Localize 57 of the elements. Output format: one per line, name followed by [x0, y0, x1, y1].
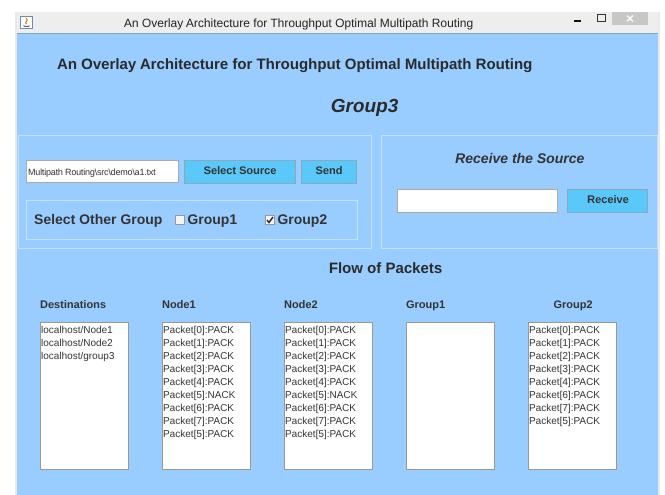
receive-button[interactable]: Receive — [567, 188, 648, 212]
receive-title: Receive the Source — [455, 148, 584, 168]
file-path-field[interactable]: Multipath Routing\src\demo\a1.txt — [26, 160, 179, 183]
packet-list[interactable]: Packet[0]:PACK Packet[1]:PACK Packet[2]:PACK Packet[3]:PACK Packet[4]:PACK Packet[6]:PACK Packet[7]:PACK Packet[5]:PACK — [528, 322, 617, 470]
app-heading: An Overlay Architecture for Throughput Optimal Multipath Routing — [57, 56, 532, 73]
list-item[interactable]: Packet[6]:PACK — [285, 402, 372, 415]
list-item[interactable]: Packet[6]:PACK — [529, 389, 616, 402]
list-item[interactable]: Packet[7]:PACK — [285, 415, 372, 428]
list-item[interactable]: Packet[3]:PACK — [285, 363, 372, 376]
list-item[interactable]: Packet[0]:PACK — [529, 324, 616, 337]
minimize-icon — [574, 20, 580, 22]
list-item[interactable]: Packet[5]:PACK — [529, 415, 616, 428]
select-source-button[interactable]: Select Source — [184, 160, 296, 184]
packet-list[interactable]: localhost/Node1 localhost/Node2 localhost/group3 — [40, 322, 129, 470]
packet-list[interactable] — [406, 322, 495, 470]
send-button[interactable]: Send — [301, 160, 357, 184]
list-item[interactable]: localhost/Node2 — [41, 337, 128, 350]
list-item[interactable]: Packet[6]:PACK — [163, 402, 250, 415]
list-item[interactable]: Packet[2]:PACK — [529, 350, 616, 363]
column-heading: Group1 — [406, 298, 446, 313]
list-item[interactable]: localhost/Node1 — [41, 324, 128, 337]
list-item[interactable]: Packet[2]:PACK — [163, 350, 250, 363]
close-icon — [626, 15, 634, 22]
group-title: Group3 — [330, 95, 398, 119]
group-checkbox[interactable]: Group1 — [175, 209, 266, 230]
column-heading: Group2 — [553, 298, 593, 313]
column-heading: Destinations — [40, 298, 106, 313]
list-item[interactable]: Packet[5]:PACK — [285, 428, 372, 441]
column-heading: Node2 — [284, 298, 318, 313]
list-item[interactable]: Packet[1]:PACK — [285, 337, 372, 350]
list-item[interactable]: Packet[2]:PACK — [285, 350, 372, 363]
list-item[interactable]: Packet[7]:PACK — [529, 402, 616, 415]
flow-title: Flow of Packets — [328, 258, 442, 278]
select-group-label: Select Other Group — [34, 210, 162, 229]
group-checkbox[interactable]: Group2 — [265, 209, 328, 230]
list-item[interactable]: localhost/group3 — [41, 350, 128, 363]
list-item[interactable]: Packet[4]:PACK — [163, 376, 250, 389]
list-item[interactable]: Packet[5]:PACK — [163, 428, 250, 441]
list-item[interactable]: Packet[4]:PACK — [285, 376, 372, 389]
list-item[interactable]: Packet[1]:PACK — [529, 337, 616, 350]
column-heading: Node1 — [162, 298, 196, 313]
list-item[interactable]: Packet[0]:PACK — [163, 324, 250, 337]
list-item[interactable]: Packet[5]:NACK — [163, 389, 250, 402]
app-icon — [20, 16, 33, 29]
list-item[interactable]: Packet[4]:PACK — [529, 376, 616, 389]
list-item[interactable]: Packet[1]:PACK — [163, 337, 250, 350]
list-item[interactable]: Packet[0]:PACK — [285, 324, 372, 337]
window-title: An Overlay Architecture for Throughput Optimal Multipath Routing — [122, 14, 474, 32]
receive-field[interactable] — [397, 188, 558, 212]
list-item[interactable]: Packet[3]:PACK — [163, 363, 250, 376]
list-item[interactable]: Packet[3]:PACK — [529, 363, 616, 376]
check-icon — [266, 216, 274, 224]
list-item[interactable]: Packet[7]:PACK — [163, 415, 250, 428]
list-item[interactable]: Packet[5]:NACK — [285, 389, 372, 402]
packet-list[interactable]: Packet[0]:PACK Packet[1]:PACK Packet[2]:PACK Packet[3]:PACK Packet[4]:PACK Packet[5]:NACK Packet[6]:PACK Packet[7]:PACK Packet[5]:PACK — [162, 322, 251, 470]
maximize-icon — [596, 14, 606, 22]
packet-list[interactable]: Packet[0]:PACK Packet[1]:PACK Packet[2]:PACK Packet[3]:PACK Packet[4]:PACK Packet[5]:NACK Packet[6]:PACK Packet[7]:PACK Packet[5]:PACK — [284, 322, 373, 470]
